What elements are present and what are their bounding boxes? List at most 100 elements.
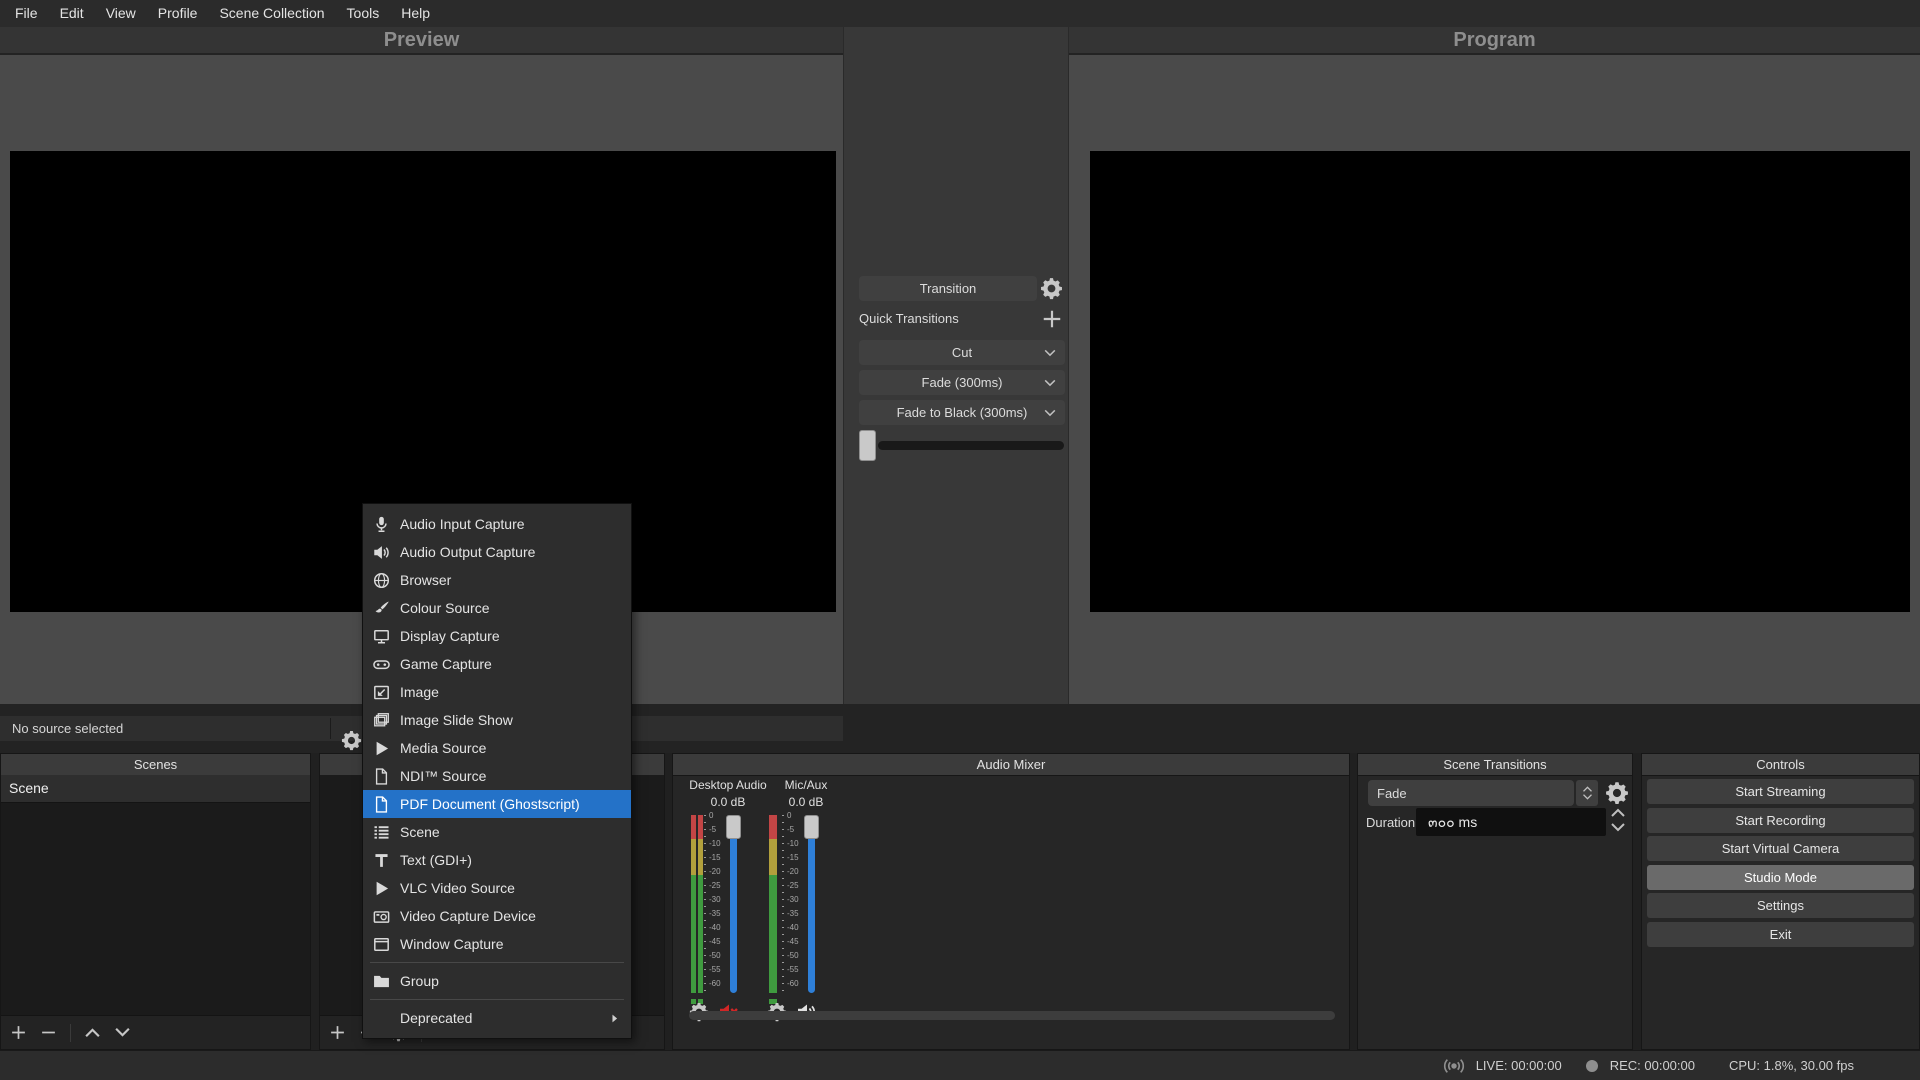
list-icon (373, 824, 390, 841)
source-status-text: No source selected (12, 721, 123, 736)
context-menu-item-image[interactable]: Image (363, 678, 631, 706)
toolbar-divider (330, 718, 331, 739)
transition-settings-gear-icon[interactable] (1040, 277, 1063, 300)
transition-select[interactable]: Fade (1368, 780, 1574, 806)
spinner-up-icon (1610, 806, 1626, 819)
speaker-icon (373, 544, 390, 561)
quick-transition-fade-to-black-300ms[interactable]: Fade to Black (300ms) (859, 400, 1065, 425)
context-menu-item-window-capture[interactable]: Window Capture (363, 930, 631, 958)
scenes-dock: Scenes Scene (0, 753, 311, 1050)
obs-main-window: FileEditViewProfileScene CollectionTools… (0, 0, 1920, 1080)
start-recording-button[interactable]: Start Recording (1647, 808, 1914, 833)
add-quick-transition-icon[interactable] (1041, 308, 1063, 330)
meter-tick-label: -10 (787, 840, 799, 848)
transition-select-spinner[interactable] (1576, 780, 1598, 806)
menubar-item-help[interactable]: Help (390, 0, 441, 27)
context-menu-item-vlc-video-source[interactable]: VLC Video Source (363, 874, 631, 902)
quick-transition-cut[interactable]: Cut (859, 340, 1065, 365)
context-menu-item-pdf-document-ghostscript[interactable]: PDF Document (Ghostscript) (363, 790, 631, 818)
volume-meter (769, 815, 777, 993)
meter-tick-label: -40 (709, 924, 721, 932)
context-menu-item-image-slide-show[interactable]: Image Slide Show (363, 706, 631, 734)
text-icon (373, 852, 390, 869)
scenes-dock-header[interactable]: Scenes (1, 754, 310, 776)
remove-scene-icon[interactable] (40, 1024, 57, 1041)
volume-slider-track[interactable] (730, 815, 737, 993)
meter-tick-label: -55 (787, 966, 799, 974)
meter-tick-label: -25 (709, 882, 721, 890)
context-menu-item-media-source[interactable]: Media Source (363, 734, 631, 762)
slideshow-icon (373, 712, 390, 729)
quick-transition-fade-300ms[interactable]: Fade (300ms) (859, 370, 1065, 395)
volume-slider-handle[interactable] (726, 815, 741, 839)
move-scene-up-icon[interactable] (84, 1024, 101, 1041)
transition-column: Transition Quick Transitions CutFade (30… (843, 27, 1069, 704)
audio-mixer-header[interactable]: Audio Mixer (673, 754, 1349, 776)
context-menu-item-game-capture[interactable]: Game Capture (363, 650, 631, 678)
context-menu-item-deprecated[interactable]: Deprecated (363, 1004, 631, 1032)
mixer-scrollbar[interactable] (689, 1011, 1335, 1020)
context-menu-item-audio-output-capture[interactable]: Audio Output Capture (363, 538, 631, 566)
controls-dock: Controls Start Streaming Start Recording S… (1641, 753, 1920, 1050)
menubar-item-view[interactable]: View (95, 0, 147, 27)
toolbar-band: No source selected (0, 704, 1920, 753)
menubar-item-edit[interactable]: Edit (49, 0, 95, 27)
volume-meter (698, 815, 703, 993)
meter-tick-label: -15 (709, 854, 721, 862)
meter-tick-label: -30 (709, 896, 721, 904)
monitor-icon (373, 628, 390, 645)
transition-slider-track[interactable] (878, 441, 1064, 450)
menubar-item-profile[interactable]: Profile (147, 0, 209, 27)
chevron-down-icon (1043, 376, 1057, 390)
meter-tick-label: -5 (787, 826, 794, 834)
start-streaming-button[interactable]: Start Streaming (1647, 779, 1914, 804)
scene-transitions-header[interactable]: Scene Transitions (1358, 754, 1632, 776)
context-menu-item-scene[interactable]: Scene (363, 818, 631, 846)
transition-properties-gear-icon[interactable] (1605, 781, 1629, 805)
context-menu-item-browser[interactable]: Browser (363, 566, 631, 594)
menubar-item-file[interactable]: File (4, 0, 49, 27)
volume-slider-handle[interactable] (804, 815, 819, 839)
mixer-volume-value: 0.0 dB (767, 795, 845, 809)
start-virtual-camera-button[interactable]: Start Virtual Camera (1647, 836, 1914, 861)
context-menu-item-display-capture[interactable]: Display Capture (363, 622, 631, 650)
mixer-strip-desktop-audio: Desktop Audio0.0 dB0-5-10-15-20-25-30-35… (689, 778, 767, 1038)
mixer-strip-name: Mic/Aux (761, 778, 851, 792)
record-dot-icon (1586, 1060, 1598, 1072)
chevron-down-icon (1043, 346, 1057, 360)
context-menu-item-colour-source[interactable]: Colour Source (363, 594, 631, 622)
controls-header[interactable]: Controls (1642, 754, 1919, 776)
add-scene-icon[interactable] (10, 1024, 27, 1041)
duration-input[interactable]: ๓๐๐ ms (1416, 808, 1606, 836)
scene-list-item[interactable]: Scene (1, 775, 310, 803)
spinner-down-icon (1582, 793, 1593, 801)
context-menu-item-video-capture-device[interactable]: Video Capture Device (363, 902, 631, 930)
meter-tick-label: 0 (709, 812, 713, 820)
context-menu-item-group[interactable]: Group (363, 967, 631, 995)
mixer-volume-value: 0.0 dB (689, 795, 767, 809)
play-icon (373, 880, 390, 897)
context-menu-item-audio-input-capture[interactable]: Audio Input Capture (363, 510, 631, 538)
duration-spinner[interactable] (1610, 806, 1626, 834)
menubar-item-scene-collection[interactable]: Scene Collection (208, 0, 335, 27)
add-source-icon[interactable] (329, 1024, 346, 1041)
meter-tick-label: -45 (709, 938, 721, 946)
transition-slider-handle[interactable] (859, 430, 876, 461)
volume-slider-track[interactable] (808, 815, 815, 993)
chevron-down-icon (1043, 406, 1057, 420)
context-menu-item-text-gdi[interactable]: Text (GDI+) (363, 846, 631, 874)
menubar-item-tools[interactable]: Tools (336, 0, 391, 27)
toolbar-divider (70, 1024, 71, 1042)
settings-button[interactable]: Settings (1647, 893, 1914, 918)
meter-tick-label: -60 (787, 980, 799, 988)
context-menu-separator (370, 999, 624, 1000)
studio-mode-button[interactable]: Studio Mode (1647, 865, 1914, 890)
context-menu-item-ndi-source[interactable]: NDI™ Source (363, 762, 631, 790)
move-scene-down-icon[interactable] (114, 1024, 131, 1041)
exit-button[interactable]: Exit (1647, 922, 1914, 947)
transition-button[interactable]: Transition (859, 276, 1037, 301)
source-properties-gear-icon[interactable] (341, 730, 362, 751)
preview-title: Preview (0, 27, 843, 55)
image-icon (373, 684, 390, 701)
program-canvas[interactable] (1090, 151, 1910, 612)
